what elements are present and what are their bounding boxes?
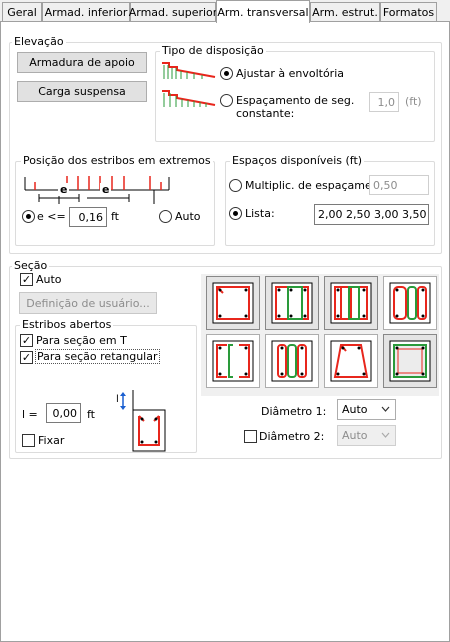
e-unit: ft: [111, 210, 119, 223]
para-secao-t-checkbox[interactable]: ✓: [20, 334, 33, 347]
definicao-usuario-button[interactable]: Definição de usuário...: [19, 292, 157, 314]
e-value-input[interactable]: 0,16: [69, 207, 107, 227]
l-label: l =: [22, 408, 38, 421]
stirrup-trapezoid-icon: [330, 340, 372, 382]
tab-formatos[interactable]: Formatos: [380, 2, 437, 22]
diametro-1-select[interactable]: Auto: [337, 399, 396, 420]
secao-tipo-3-button[interactable]: [324, 276, 378, 330]
tab-arm-transversal[interactable]: Arm. transversal: [216, 0, 310, 23]
elevacao-title: Elevação: [12, 35, 66, 48]
posicao-estribos-title: Posição dos estribos em extremos: [21, 154, 213, 167]
auto-checkbox-label: Auto: [36, 273, 62, 286]
stirrup-triple-icon: [330, 282, 372, 324]
stirrup-narrow-icon: [271, 340, 313, 382]
tab-armad-superior[interactable]: Armad. superior: [129, 2, 217, 22]
estribos-abertos-title: Estribos abertos: [20, 318, 114, 331]
secao-tipo-2-button[interactable]: [265, 276, 319, 330]
diametro-2-checkbox[interactable]: [244, 430, 257, 443]
l-dim-symbol: l: [116, 394, 119, 405]
stirrup-two-loops-icon: [389, 282, 431, 324]
stirrup-double-icon: [271, 282, 313, 324]
diametro-2-label: Diâmetro 2:: [259, 430, 325, 443]
dim-e-left: e: [58, 183, 70, 196]
secao-tipo-7-button[interactable]: [324, 334, 378, 388]
espacamento-unit: (ft): [405, 95, 422, 108]
espacamento-value-input[interactable]: 1,0: [369, 92, 399, 112]
multiplic-value-input[interactable]: 0,50: [369, 175, 429, 195]
estribo-aberto-diagram: [120, 390, 166, 452]
tab-bar: Geral Armad. inferior Armad. superior Ar…: [0, 0, 450, 23]
armadura-apoio-button[interactable]: Armadura de apoio: [17, 52, 147, 73]
chevron-down-icon: [381, 406, 390, 412]
tipo-disposicao-title: Tipo de disposição: [160, 44, 266, 57]
secao-tipo-8-button[interactable]: [383, 334, 437, 388]
lista-value-input[interactable]: 2,00 2,50 3,00 3,50 4: [314, 204, 429, 225]
tab-geral[interactable]: Geral: [2, 2, 42, 22]
espacamento-constante-icon: [162, 90, 216, 107]
tab-arm-estrut[interactable]: Arm. estrut.: [310, 2, 380, 22]
fixar-label: Fixar: [38, 434, 65, 447]
stirrup-closed-icon: [212, 282, 254, 324]
secao-tipo-1-button[interactable]: [206, 276, 260, 330]
ajustar-envoltoria-radio[interactable]: [220, 67, 233, 80]
auto-radio[interactable]: [159, 210, 172, 223]
fixar-checkbox[interactable]: [22, 434, 35, 447]
secao-tipo-6-button[interactable]: [265, 334, 319, 388]
secao-title: Seção: [12, 259, 50, 272]
tab-armad-inferior[interactable]: Armad. inferior: [42, 2, 130, 22]
stirrup-open-pair-icon: [212, 340, 254, 382]
secao-tipo-5-button[interactable]: [206, 334, 260, 388]
espacamento-constante-radio[interactable]: [220, 94, 233, 107]
envoltoria-icon: [162, 62, 216, 79]
espacos-disponiveis-title: Espaços disponíveis (ft): [230, 154, 365, 167]
tab-panel: Elevação Armadura de apoio Carga suspens…: [0, 21, 450, 642]
stirrup-nested-icon: [389, 340, 431, 382]
e-le-radio[interactable]: [22, 210, 35, 223]
diametro-1-label: Diâmetro 1:: [261, 405, 327, 418]
secao-tipo-4-button[interactable]: [383, 276, 437, 330]
chevron-down-icon: [381, 432, 390, 438]
multiplic-radio[interactable]: [229, 179, 242, 192]
espacamento-constante-label-2: constante:: [236, 107, 295, 120]
auto-checkbox[interactable]: ✓: [20, 273, 33, 286]
espacamento-constante-label-1: Espaçamento de seg.: [236, 94, 355, 107]
auto-label: Auto: [175, 210, 201, 223]
e-le-label: e <=: [37, 210, 66, 223]
diametro-2-select[interactable]: Auto: [337, 425, 396, 446]
para-secao-t-label: Para seção em T: [36, 334, 127, 347]
para-secao-retangular-label: Para seção retangular: [35, 349, 160, 364]
ajustar-envoltoria-label: Ajustar à envoltória: [236, 67, 344, 80]
lista-radio[interactable]: [229, 207, 242, 220]
l-value-input[interactable]: 0,00: [46, 403, 81, 423]
lista-label: Lista:: [245, 207, 275, 220]
l-unit: ft: [87, 408, 95, 421]
dim-e-right: e: [100, 183, 112, 196]
carga-suspensa-button[interactable]: Carga suspensa: [17, 81, 147, 102]
estribos-extremos-diagram: [24, 176, 170, 204]
para-secao-retangular-checkbox[interactable]: ✓: [20, 351, 33, 364]
